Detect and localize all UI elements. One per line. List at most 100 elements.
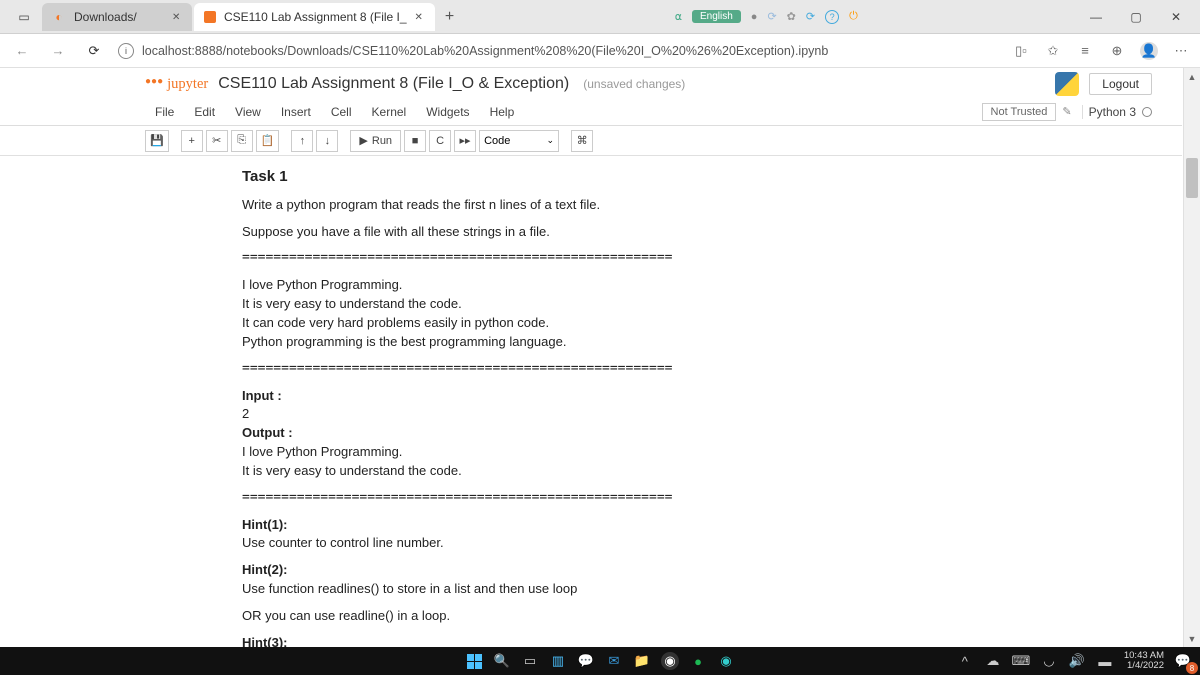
menu-cell[interactable]: Cell [321,101,362,123]
command-palette-button[interactable]: ⌘ [571,130,593,152]
menu-bar: File Edit View Insert Cell Kernel Widget… [0,98,1182,126]
site-info-icon[interactable]: i [118,43,134,59]
notifications-icon[interactable]: 💬 [1174,652,1192,670]
wifi-icon[interactable]: ◡ [1040,652,1058,670]
back-button[interactable]: ← [10,39,34,63]
explorer-icon[interactable]: 📁 [633,652,651,670]
browser-tab-notebook[interactable]: CSE110 Lab Assignment 8 (File I_ ✕ [194,3,435,31]
close-tab-icon[interactable]: ✕ [415,12,425,22]
favorite-icon[interactable]: ✩ [1044,42,1062,60]
close-window-button[interactable]: ✕ [1158,3,1194,31]
output-line: I love Python Programming. [242,443,942,462]
keyboard-icon[interactable]: ⌨ [1012,652,1030,670]
interrupt-button[interactable]: ■ [404,130,426,152]
mail-icon[interactable]: ✉ [605,652,623,670]
save-status: (unsaved changes) [583,77,685,91]
output-line: It is very easy to understand the code. [242,462,942,481]
more-icon[interactable]: ⋯ [1172,42,1190,60]
windows-taskbar: 🔍 ▭ ▥ 💬 ✉ 📁 ◉ ● ◉ ^ ☁ ⌨ ◡ 🔊 ▬ 10:43 AM 1… [0,647,1200,675]
task-description-2: Suppose you have a file with all these s… [242,223,942,242]
ext-sync-icon[interactable]: ⟳ [767,10,776,23]
menu-file[interactable]: File [145,101,184,123]
trust-indicator[interactable]: Not Trusted [982,103,1057,121]
separator: ========================================… [242,249,942,268]
ext-help-icon[interactable]: ? [825,10,839,24]
minimize-button[interactable]: — [1078,3,1114,31]
menu-edit[interactable]: Edit [184,101,225,123]
search-icon[interactable]: 🔍 [493,652,511,670]
menu-help[interactable]: Help [480,101,525,123]
scrollbar-thumb[interactable] [1186,158,1198,198]
file-line: Python programming is the best programmi… [242,333,942,352]
hint1-body: Use counter to control line number. [242,534,942,553]
vertical-scrollbar[interactable]: ▲ ▼ [1183,68,1200,647]
input-value: 2 [242,405,942,424]
language-indicator[interactable]: English [692,10,741,23]
copy-cell-button[interactable]: ⎘ [231,130,253,152]
logout-button[interactable]: Logout [1089,73,1152,95]
tab-title: CSE110 Lab Assignment 8 (File I_ [224,10,407,24]
file-line: It is very easy to understand the code. [242,295,942,314]
file-line: I love Python Programming. [242,276,942,295]
notebook-cell-markdown[interactable]: Task 1 Write a python program that reads… [0,156,1182,647]
scroll-up-icon[interactable]: ▲ [1184,68,1200,85]
menu-insert[interactable]: Insert [271,101,321,123]
onedrive-icon[interactable]: ☁ [984,652,1002,670]
tab-title: Downloads/ [74,10,164,24]
save-button[interactable]: 💾 [145,130,169,152]
restart-button[interactable]: C [429,130,451,152]
jupyter-logo[interactable]: ●●● jupyter [145,76,208,93]
scroll-down-icon[interactable]: ▼ [1184,630,1200,647]
tab-actions-icon[interactable]: ▭ [6,3,42,31]
widgets-icon[interactable]: ▥ [549,652,567,670]
task-view-icon[interactable]: ▭ [521,652,539,670]
hint3-heading: Hint(3): [242,634,942,647]
run-button[interactable]: ▶ Run [350,130,401,152]
start-button[interactable] [465,652,483,670]
app-icon[interactable]: ◉ [661,652,679,670]
restart-run-button[interactable]: ▸▸ [454,130,476,152]
move-up-button[interactable]: ↑ [291,130,313,152]
paste-cell-button[interactable]: 📋 [256,130,280,152]
cell-type-select[interactable]: Code⌄ [479,130,559,152]
insert-cell-button[interactable]: + [181,130,203,152]
jupyter-favicon-icon: ◐ [52,10,66,24]
move-down-button[interactable]: ↓ [316,130,338,152]
profile-icon[interactable]: 👤 [1140,42,1158,60]
forward-button[interactable]: → [46,39,70,63]
cut-cell-button[interactable]: ✂ [206,130,228,152]
collections-icon[interactable]: ≡ [1076,42,1094,60]
browser-tab-downloads[interactable]: ◐ Downloads/ ✕ [42,3,192,31]
ext-power-icon[interactable]: ⏻ [849,10,858,23]
toolbar: 💾 + ✂ ⎘ 📋 ↑ ↓ ▶ Run ■ C ▸▸ Code⌄ ⌘ [0,126,1182,156]
ext-gear-icon[interactable]: ✿ [787,10,796,23]
edge-icon[interactable]: ◉ [717,652,735,670]
chat-icon[interactable]: 💬 [577,652,595,670]
reader-icon[interactable]: ▯▫ [1012,42,1030,60]
maximize-button[interactable]: ▢ [1118,3,1154,31]
spotify-icon[interactable]: ● [689,652,707,670]
menu-kernel[interactable]: Kernel [362,101,417,123]
close-tab-icon[interactable]: ✕ [172,12,182,22]
ext-toggle-icon[interactable]: ● [751,11,758,23]
notebook-title[interactable]: CSE110 Lab Assignment 8 (File I_O & Exce… [218,75,569,93]
volume-icon[interactable]: 🔊 [1068,652,1086,670]
menu-view[interactable]: View [225,101,271,123]
kernel-idle-icon [1142,107,1152,117]
addons-icon[interactable]: ⊕ [1108,42,1126,60]
translate-icon[interactable]: ⍺ [675,10,682,23]
edit-metadata-icon[interactable]: ✎ [1062,105,1071,118]
address-bar[interactable]: i localhost:8888/notebooks/Downloads/CSE… [118,43,1000,59]
url-text: localhost:8888/notebooks/Downloads/CSE11… [142,44,828,58]
ext-shield-icon[interactable]: ⟳ [806,10,815,23]
task-description: Write a python program that reads the fi… [242,196,942,215]
refresh-button[interactable]: ⟳ [82,39,106,63]
menu-widgets[interactable]: Widgets [416,101,479,123]
battery-icon[interactable]: ▬ [1096,652,1114,670]
kernel-indicator[interactable]: Python 3 [1082,105,1152,119]
hint2-or: OR you can use readline() in a loop. [242,607,942,626]
clock[interactable]: 10:43 AM 1/4/2022 [1124,651,1164,672]
python-logo-icon [1055,72,1079,96]
tray-chevron-icon[interactable]: ^ [956,652,974,670]
new-tab-button[interactable]: + [437,4,463,30]
